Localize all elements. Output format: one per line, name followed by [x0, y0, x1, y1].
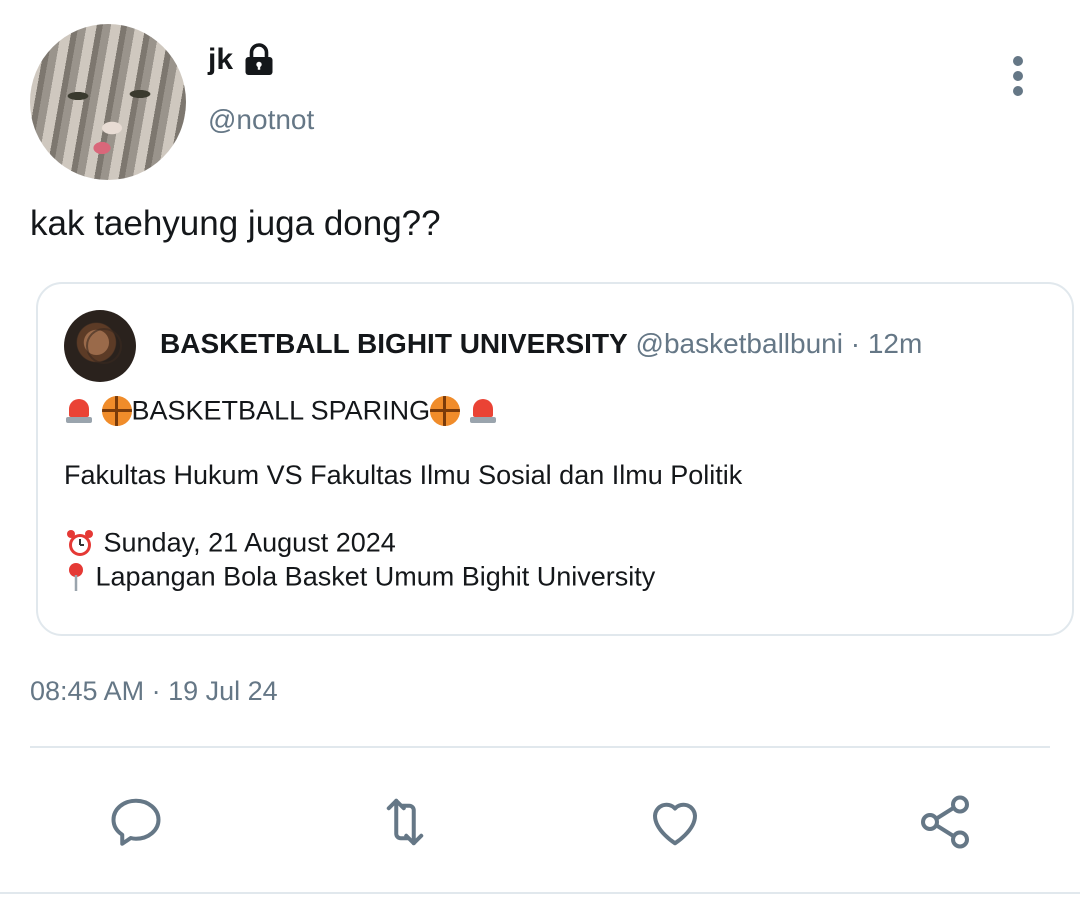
basketball-icon — [101, 395, 132, 426]
quoted-separator: · — [850, 328, 861, 359]
retweet-icon — [386, 798, 424, 846]
quoted-location-line: Lapangan Bola Basket Umum Bighit Univers… — [64, 560, 655, 593]
reply-icon — [111, 798, 161, 846]
author-name-row: jk — [208, 42, 277, 78]
quoted-header: BASKETBALL BIGHIT UNIVERSITY @basketball… — [160, 328, 922, 360]
quoted-name: BASKETBALL BIGHIT UNIVERSITY — [160, 328, 628, 359]
quoted-title: BASKETBALL SPARING — [131, 395, 431, 426]
more-options-icon[interactable] — [1004, 56, 1032, 96]
author-display-name[interactable]: jk — [208, 43, 233, 77]
reply-button[interactable] — [104, 790, 168, 854]
pin-icon — [69, 562, 83, 591]
quoted-date: Sunday, 21 August 2024 — [103, 527, 396, 558]
basketball-icon — [430, 395, 461, 426]
quoted-handle: @basketballbuni — [635, 328, 843, 359]
divider — [30, 746, 1050, 748]
lock-icon — [245, 43, 273, 75]
share-icon — [921, 795, 969, 849]
quoted-avatar[interactable] — [64, 310, 136, 382]
author-avatar[interactable] — [30, 24, 186, 180]
more-dot — [1013, 71, 1023, 81]
share-button[interactable] — [913, 790, 977, 854]
quoted-tweet-card[interactable]: BASKETBALL BIGHIT UNIVERSITY @basketball… — [36, 282, 1074, 636]
author-handle[interactable]: @notnot — [208, 104, 314, 136]
quoted-title-line: BASKETBALL SPARING — [64, 394, 498, 426]
siren-icon — [468, 396, 498, 426]
like-button[interactable] — [643, 790, 707, 854]
more-dot — [1013, 56, 1023, 66]
siren-icon — [64, 396, 94, 426]
retweet-button[interactable] — [373, 790, 437, 854]
tweet-timestamp: 08:45 AM · 19 Jul 24 — [30, 676, 278, 706]
tweet-text: kak taehyung juga dong?? — [30, 204, 441, 243]
bottom-divider — [0, 892, 1080, 894]
quoted-location: Lapangan Bola Basket Umum Bighit Univers… — [95, 561, 656, 592]
like-icon — [653, 802, 697, 846]
quoted-match: Fakultas Hukum VS Fakultas Ilmu Sosial d… — [64, 460, 743, 490]
quoted-date-line: Sunday, 21 August 2024 — [64, 526, 396, 559]
quoted-time: 12m — [867, 328, 923, 359]
more-dot — [1013, 86, 1023, 96]
alarm-clock-icon — [67, 529, 93, 556]
